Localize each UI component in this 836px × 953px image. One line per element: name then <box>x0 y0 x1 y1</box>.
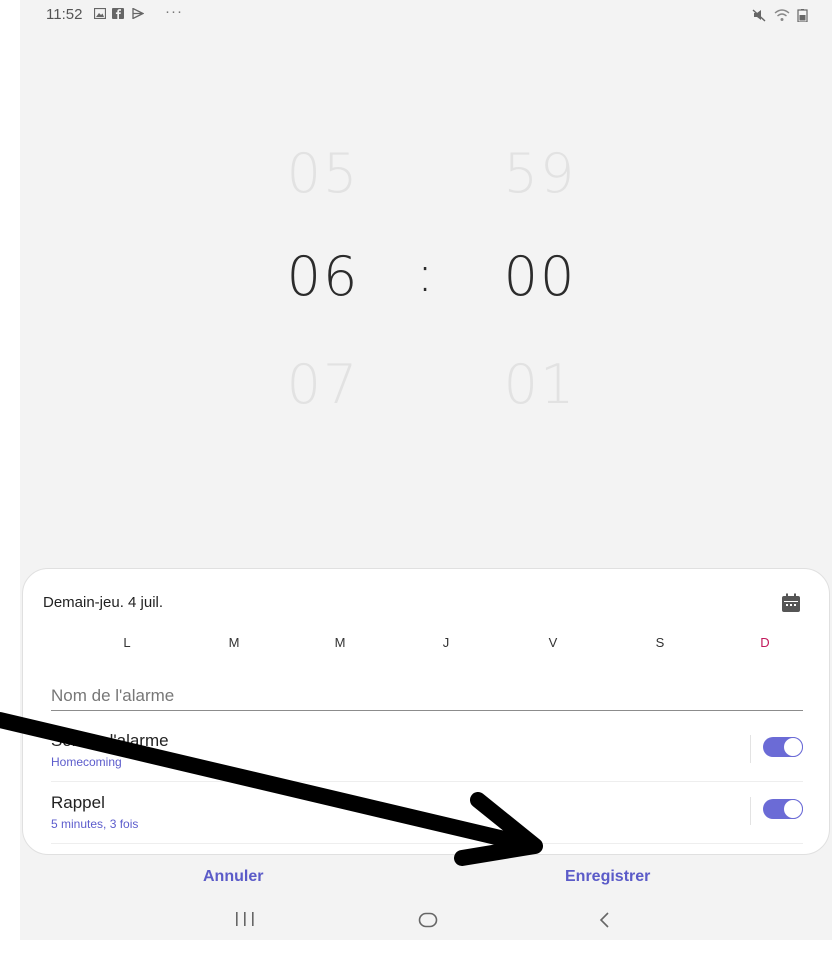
alarm-settings-card: Demain-jeu. 4 juil. L M M J V S D Son de… <box>22 568 830 855</box>
day-wednesday[interactable]: M <box>325 635 355 650</box>
mute-icon <box>752 9 766 22</box>
calendar-icon[interactable] <box>781 593 801 613</box>
alarm-sound-subtitle: Homecoming <box>51 755 122 769</box>
day-sunday[interactable]: D <box>750 635 780 650</box>
gallery-notification-icon <box>94 8 106 19</box>
hour-next[interactable]: 07 <box>253 353 393 416</box>
status-time: 11:52 <box>46 6 83 23</box>
row-divider <box>750 735 751 763</box>
row-divider <box>750 797 751 825</box>
minute-next[interactable]: 01 <box>470 353 610 416</box>
navigation-bar <box>20 900 832 940</box>
snooze-toggle[interactable] <box>763 799 803 819</box>
alarm-sound-toggle[interactable] <box>763 737 803 757</box>
wifi-icon <box>774 9 790 21</box>
home-icon[interactable] <box>418 912 438 928</box>
back-icon[interactable] <box>595 908 615 932</box>
save-button[interactable]: Enregistrer <box>565 868 650 886</box>
recent-apps-icon[interactable] <box>230 910 260 928</box>
snooze-title: Rappel <box>51 793 105 812</box>
hour-selected[interactable]: 06 <box>253 245 393 308</box>
time-separator: : <box>416 245 434 303</box>
day-tuesday[interactable]: M <box>219 635 249 650</box>
alarm-date-label: Demain-jeu. 4 juil. <box>43 594 164 611</box>
day-monday[interactable]: L <box>112 635 142 650</box>
cancel-button[interactable]: Annuler <box>203 868 263 886</box>
snooze-row[interactable]: Rappel 5 minutes, 3 fois <box>51 787 803 844</box>
day-thursday[interactable]: J <box>431 635 461 650</box>
day-friday[interactable]: V <box>538 635 568 650</box>
facebook-notification-icon <box>112 8 124 19</box>
alarm-name-input[interactable] <box>51 682 803 711</box>
battery-icon <box>797 9 808 22</box>
snooze-subtitle: 5 minutes, 3 fois <box>51 817 139 831</box>
play-store-notification-icon <box>132 8 144 19</box>
weekday-selector: L M M J V S D <box>53 635 773 655</box>
minute-selected[interactable]: 00 <box>470 245 610 308</box>
status-more-notifications: ··· <box>165 3 183 20</box>
alarm-edit-screen: 11:52 ··· 05 59 06: 00 07 01 Demain-jeu… <box>20 0 832 940</box>
alarm-sound-row[interactable]: Son de l'alarme Homecoming <box>51 725 803 782</box>
day-saturday[interactable]: S <box>645 635 675 650</box>
hour-previous[interactable]: 05 <box>253 142 393 205</box>
minute-previous[interactable]: 59 <box>470 142 610 205</box>
alarm-sound-title: Son de l'alarme <box>51 731 169 750</box>
status-right-icons <box>752 9 808 22</box>
status-bar: 11:52 ··· <box>20 0 832 30</box>
